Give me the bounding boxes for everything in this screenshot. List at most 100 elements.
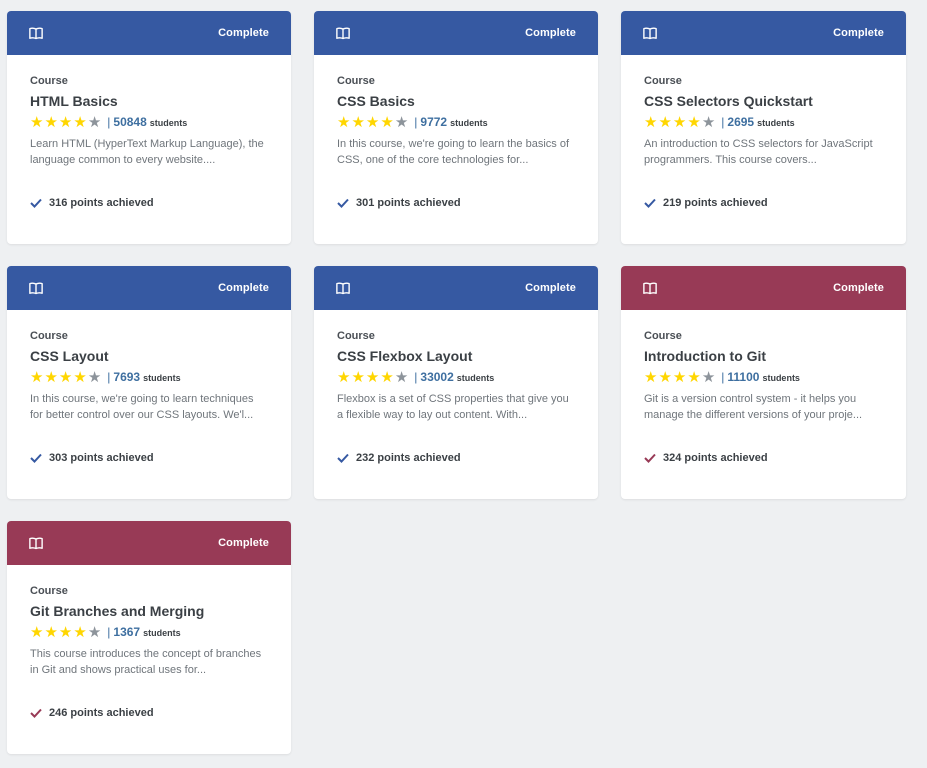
course-card[interactable]: Complete Course Git Branches and Merging… — [7, 521, 291, 754]
students-count: 2695 — [727, 115, 755, 129]
rating-row: ★ ★ ★ ★ ★ | 33002 students — [337, 368, 495, 386]
star-filled-icon: ★ — [672, 368, 687, 386]
rating-row: ★ ★ ★ ★ ★ | 11100 students — [644, 368, 800, 386]
star-rating: ★ ★ ★ ★ ★ — [30, 370, 101, 385]
star-filled-icon: ★ — [44, 623, 58, 641]
star-filled-icon: ★ — [365, 113, 380, 131]
book-icon — [29, 282, 43, 295]
check-icon — [644, 453, 656, 463]
book-icon — [336, 27, 350, 40]
course-card[interactable]: Complete Course CSS Selectors Quickstart… — [621, 11, 906, 244]
course-title[interactable]: HTML Basics — [30, 93, 269, 109]
star-filled-icon: ★ — [380, 113, 394, 131]
status-label: Complete — [833, 27, 884, 39]
check-icon — [337, 198, 349, 208]
course-description: In this course, we're going to learn the… — [337, 138, 570, 166]
card-header: Complete — [7, 266, 291, 310]
course-type: Course — [337, 75, 375, 87]
rating-row: ★ ★ ★ ★ ★ | 50848 students — [30, 113, 188, 131]
course-card[interactable]: Complete Course CSS Layout ★ ★ ★ ★ ★ | 7693st… — [7, 266, 291, 499]
course-description: Git is a version control system - it hel… — [644, 393, 863, 421]
star-filled-icon: ★ — [644, 113, 658, 131]
book-icon — [336, 282, 350, 295]
students-label: students — [143, 628, 181, 638]
book-icon — [643, 27, 657, 40]
star-filled-icon: ★ — [380, 368, 394, 386]
star-filled-icon: ★ — [30, 368, 44, 386]
check-icon — [337, 453, 349, 463]
star-filled-icon: ★ — [30, 623, 44, 641]
rating-row: ★ ★ ★ ★ ★ | 9772 students — [337, 113, 488, 131]
star-filled-icon: ★ — [58, 623, 73, 641]
course-grid: Complete Course HTML Basics ★ ★ ★ ★ ★ | 50848… — [7, 11, 906, 754]
course-title[interactable]: Introduction to Git — [644, 348, 884, 364]
star-filled-icon: ★ — [44, 368, 58, 386]
star-filled-icon: ★ — [30, 113, 44, 131]
star-filled-icon: ★ — [351, 113, 365, 131]
course-description: Learn HTML (HyperText Markup Language), … — [30, 138, 264, 166]
points-label: 316 points achieved — [49, 197, 154, 209]
course-type: Course — [337, 330, 375, 342]
star-filled-icon: ★ — [73, 113, 87, 131]
star-rating: ★ ★ ★ ★ ★ — [644, 370, 715, 385]
course-type: Course — [30, 75, 68, 87]
star-filled-icon: ★ — [687, 368, 701, 386]
star-filled-icon: ★ — [73, 368, 87, 386]
course-title[interactable]: CSS Flexbox Layout — [337, 348, 576, 364]
star-filled-icon: ★ — [337, 368, 351, 386]
points-label: 303 points achieved — [49, 452, 154, 464]
course-card[interactable]: Complete Course CSS Flexbox Layout ★ ★ ★ ★ ★… — [314, 266, 598, 499]
check-icon — [30, 708, 42, 718]
star-rating: ★ ★ ★ ★ ★ — [644, 115, 715, 130]
course-title[interactable]: Git Branches and Merging — [30, 603, 269, 619]
card-header: Complete — [314, 11, 598, 55]
course-card[interactable]: Complete Course Introduction to Git ★ ★ ★ ★… — [621, 266, 906, 499]
points-achieved: 301 points achieved — [337, 197, 461, 209]
card-header: Complete — [7, 11, 291, 55]
points-achieved: 246 points achieved — [30, 707, 154, 719]
check-icon — [30, 453, 42, 463]
points-label: 232 points achieved — [356, 452, 461, 464]
students-label: students — [450, 118, 488, 128]
rating-row: ★ ★ ★ ★ ★ | 1367 students — [30, 623, 181, 641]
star-empty-icon: ★ — [701, 113, 716, 131]
star-filled-icon: ★ — [658, 113, 672, 131]
course-type: Course — [30, 330, 68, 342]
points-achieved: 232 points achieved — [337, 452, 461, 464]
check-icon — [644, 198, 656, 208]
course-title[interactable]: CSS Layout — [30, 348, 269, 364]
course-description: Flexbox is a set of CSS properties that … — [337, 393, 569, 421]
course-title[interactable]: CSS Selectors Quickstart — [644, 93, 884, 109]
star-filled-icon: ★ — [672, 113, 687, 131]
book-icon — [29, 27, 43, 40]
students-label: students — [456, 373, 495, 383]
book-icon — [29, 537, 43, 550]
course-type: Course — [30, 585, 68, 597]
star-filled-icon: ★ — [351, 368, 365, 386]
status-label: Complete — [833, 282, 884, 294]
star-filled-icon: ★ — [44, 113, 58, 131]
star-rating: ★ ★ ★ ★ ★ — [337, 115, 408, 130]
course-description: An introduction to CSS selectors for Jav… — [644, 138, 873, 166]
star-empty-icon: ★ — [87, 113, 102, 131]
star-empty-icon: ★ — [394, 113, 409, 131]
star-filled-icon: ★ — [644, 368, 658, 386]
status-label: Complete — [218, 27, 269, 39]
book-icon — [643, 282, 657, 295]
course-title[interactable]: CSS Basics — [337, 93, 576, 109]
students-count: 9772 — [420, 115, 448, 129]
star-empty-icon: ★ — [701, 368, 716, 386]
students-count: 33002 — [420, 370, 454, 384]
star-rating: ★ ★ ★ ★ ★ — [337, 370, 408, 385]
star-filled-icon: ★ — [73, 623, 87, 641]
course-type: Course — [644, 330, 682, 342]
course-card[interactable]: Complete Course CSS Basics ★ ★ ★ ★ ★ | 9772st… — [314, 11, 598, 244]
star-empty-icon: ★ — [394, 368, 409, 386]
card-header: Complete — [621, 11, 906, 55]
status-label: Complete — [218, 282, 269, 294]
rating-row: ★ ★ ★ ★ ★ | 7693 students — [30, 368, 181, 386]
status-label: Complete — [525, 282, 576, 294]
star-empty-icon: ★ — [87, 623, 102, 641]
course-description: This course introduces the concept of br… — [30, 648, 262, 676]
course-card[interactable]: Complete Course HTML Basics ★ ★ ★ ★ ★ | 50848… — [7, 11, 291, 244]
